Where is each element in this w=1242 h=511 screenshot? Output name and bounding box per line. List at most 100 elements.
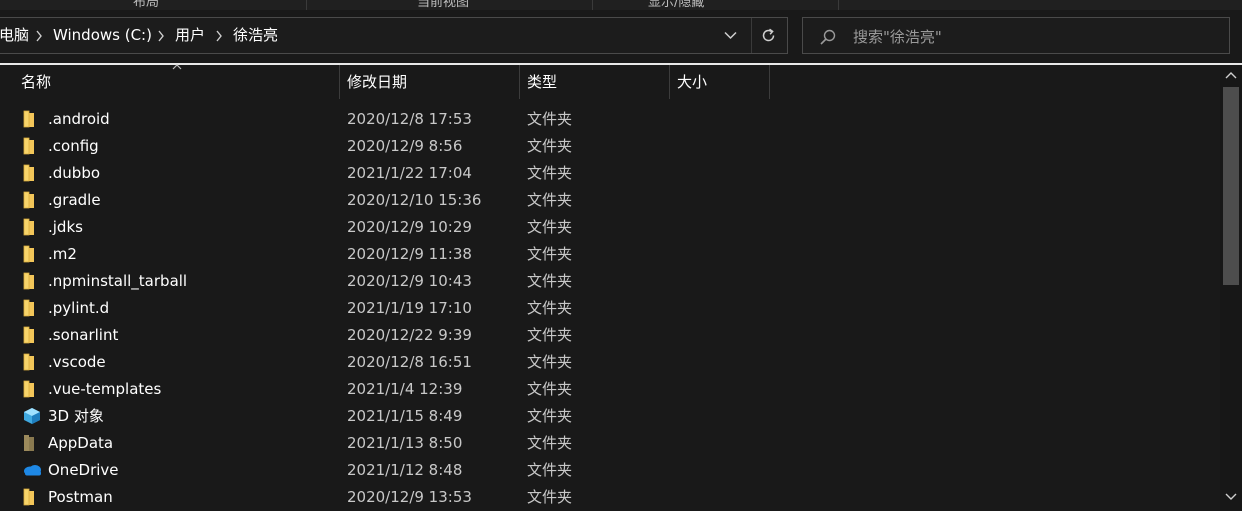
- file-name: .npminstall_tarball: [48, 272, 188, 290]
- file-modified: 2020/12/9 10:29: [347, 218, 472, 236]
- file-name: Postman: [48, 488, 113, 506]
- folder-icon: [23, 137, 34, 155]
- scroll-up-arrow-icon[interactable]: [1225, 71, 1237, 79]
- file-type: 文件夹: [527, 434, 573, 452]
- refresh-button[interactable]: [751, 18, 783, 53]
- hidden-folder-icon: [24, 435, 34, 451]
- file-type: 文件夹: [527, 353, 573, 371]
- breadcrumb-user-folder[interactable]: 徐浩亮: [233, 18, 278, 53]
- search-icon: [820, 29, 836, 45]
- file-row[interactable]: OneDrive 2021/1/12 8:48 文件夹: [0, 457, 1220, 484]
- file-row[interactable]: .jdks 2020/12/9 10:29 文件夹: [0, 214, 1220, 241]
- file-modified: 2021/1/19 17:10: [347, 299, 472, 317]
- file-type: 文件夹: [527, 164, 573, 182]
- breadcrumb-this-pc[interactable]: 电脑: [0, 18, 29, 53]
- file-modified: 2021/1/13 8:50: [347, 434, 463, 452]
- file-name: .m2: [48, 245, 77, 263]
- ribbon: 布局 当前视图 显示/隐藏: [0, 0, 1242, 10]
- file-row[interactable]: 3D 对象 2021/1/15 8:49 文件夹: [0, 403, 1220, 430]
- column-type[interactable]: 类型: [519, 65, 669, 99]
- breadcrumb-users[interactable]: 用户: [175, 18, 205, 53]
- ribbon-group-current-view[interactable]: 当前视图: [417, 0, 469, 10]
- file-modified: 2020/12/9 10:43: [347, 272, 472, 290]
- file-type: 文件夹: [527, 137, 573, 155]
- file-row[interactable]: .vue-templates 2021/1/4 12:39 文件夹: [0, 376, 1220, 403]
- file-name: .gradle: [48, 191, 101, 209]
- file-modified: 2020/12/8 17:53: [347, 110, 472, 128]
- file-name: .pylint.d: [48, 299, 110, 317]
- scroll-down-arrow-icon[interactable]: [1225, 493, 1237, 501]
- ribbon-group-show-hide[interactable]: 显示/隐藏: [648, 0, 704, 10]
- file-row[interactable]: Postman 2020/12/9 13:53 文件夹: [0, 484, 1220, 511]
- file-name: .vscode: [48, 353, 106, 371]
- vertical-scrollbar[interactable]: [1220, 65, 1242, 510]
- folder-icon: [23, 488, 34, 506]
- column-header: 名称 修改日期 类型 大小: [0, 64, 1220, 99]
- folder-icon: [23, 191, 34, 209]
- file-name: OneDrive: [48, 461, 119, 479]
- file-name: .sonarlint: [48, 326, 119, 344]
- folder-icon: [23, 299, 34, 317]
- file-type: 文件夹: [527, 461, 573, 479]
- file-name: .dubbo: [48, 164, 101, 182]
- search-input[interactable]: [851, 18, 1215, 55]
- file-modified: 2020/12/9 11:38: [347, 245, 472, 263]
- address-bar[interactable]: 电脑 Windows (C:) 用户 徐浩亮: [0, 17, 788, 54]
- file-type: 文件夹: [527, 245, 573, 263]
- file-modified: 2020/12/22 9:39: [347, 326, 472, 344]
- file-modified: 2020/12/9 8:56: [347, 137, 463, 155]
- file-name: .vue-templates: [48, 380, 162, 398]
- folder-icon: [23, 326, 34, 344]
- file-name: .android: [48, 110, 110, 128]
- folder-icon: [23, 380, 34, 398]
- chevron-right-icon[interactable]: [215, 30, 223, 42]
- ribbon-group-layout[interactable]: 布局: [133, 0, 159, 10]
- file-list: .android 2020/12/8 17:53 文件夹 .config 202…: [0, 106, 1220, 511]
- file-type: 文件夹: [527, 191, 573, 209]
- file-row[interactable]: .npminstall_tarball 2020/12/9 10:43 文件夹: [0, 268, 1220, 295]
- ribbon-divider: [838, 0, 839, 10]
- file-name: .config: [48, 137, 99, 155]
- file-row[interactable]: .gradle 2020/12/10 15:36 文件夹: [0, 187, 1220, 214]
- column-divider[interactable]: [769, 65, 770, 99]
- folder-icon: [23, 353, 34, 371]
- file-type: 文件夹: [527, 488, 573, 506]
- file-name: 3D 对象: [48, 407, 104, 425]
- file-row[interactable]: .sonarlint 2020/12/22 9:39 文件夹: [0, 322, 1220, 349]
- breadcrumb-drive-c[interactable]: Windows (C:): [53, 18, 152, 53]
- refresh-icon: [762, 28, 775, 42]
- column-size[interactable]: 大小: [669, 65, 769, 99]
- file-row[interactable]: .vscode 2020/12/8 16:51 文件夹: [0, 349, 1220, 376]
- folder-icon: [23, 110, 34, 128]
- file-row[interactable]: .dubbo 2021/1/22 17:04 文件夹: [0, 160, 1220, 187]
- column-modified[interactable]: 修改日期: [339, 65, 519, 99]
- file-modified: 2021/1/15 8:49: [347, 407, 463, 425]
- search-box[interactable]: [802, 17, 1230, 55]
- file-row[interactable]: .m2 2020/12/9 11:38 文件夹: [0, 241, 1220, 268]
- file-row[interactable]: AppData 2021/1/13 8:50 文件夹: [0, 430, 1220, 457]
- chevron-right-icon[interactable]: [157, 30, 165, 42]
- column-name[interactable]: 名称: [13, 65, 339, 99]
- file-type: 文件夹: [527, 326, 573, 344]
- chevron-down-icon: [724, 31, 737, 40]
- file-type: 文件夹: [527, 380, 573, 398]
- file-name: AppData: [48, 434, 114, 452]
- address-history-dropdown[interactable]: [715, 18, 745, 53]
- file-modified: 2020/12/9 13:53: [347, 488, 472, 506]
- file-type: 文件夹: [527, 272, 573, 290]
- file-modified: 2020/12/8 16:51: [347, 353, 472, 371]
- file-row[interactable]: .config 2020/12/9 8:56 文件夹: [0, 133, 1220, 160]
- file-type: 文件夹: [527, 110, 573, 128]
- chevron-right-icon[interactable]: [35, 30, 43, 42]
- folder-icon: [23, 245, 34, 263]
- file-modified: 2021/1/12 8:48: [347, 461, 463, 479]
- file-row[interactable]: .android 2020/12/8 17:53 文件夹: [0, 106, 1220, 133]
- file-modified: 2021/1/22 17:04: [347, 164, 472, 182]
- file-type: 文件夹: [527, 299, 573, 317]
- file-type: 文件夹: [527, 218, 573, 236]
- file-modified: 2021/1/4 12:39: [347, 380, 463, 398]
- scrollbar-thumb[interactable]: [1223, 87, 1239, 285]
- 3d-objects-icon: [24, 408, 40, 424]
- folder-icon: [23, 164, 34, 182]
- file-row[interactable]: .pylint.d 2021/1/19 17:10 文件夹: [0, 295, 1220, 322]
